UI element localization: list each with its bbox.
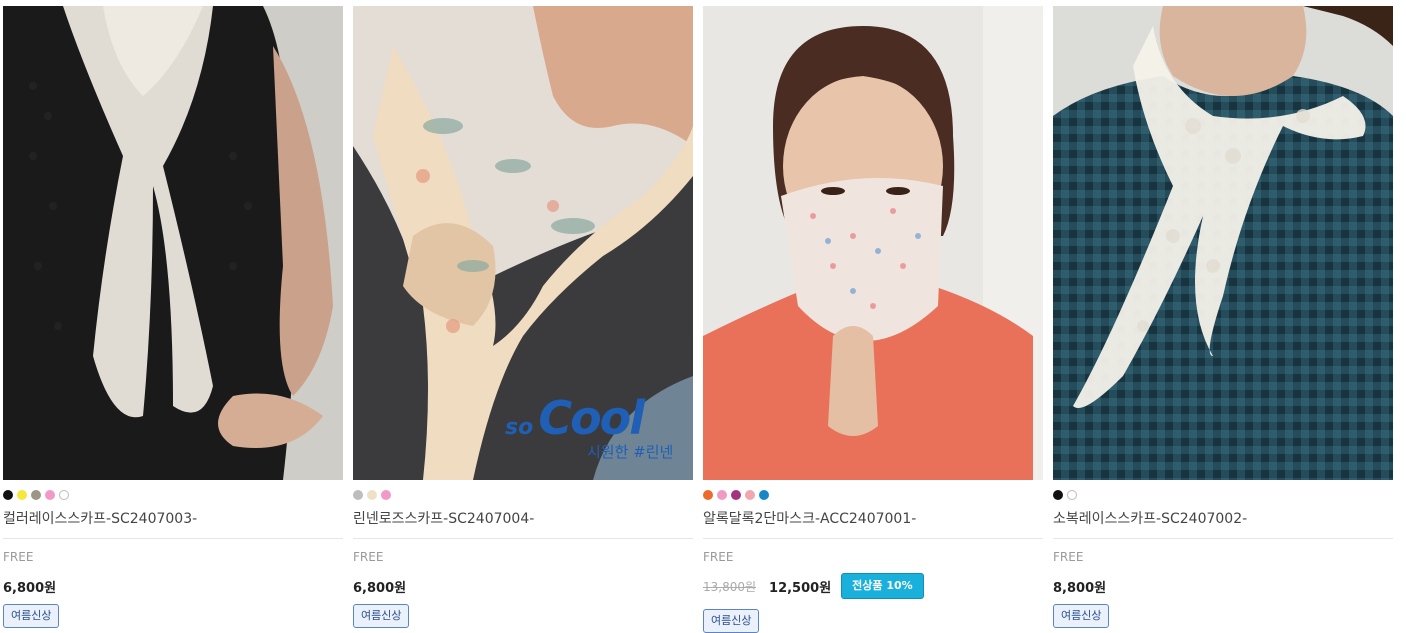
product-price: 6,800원 (3, 580, 57, 596)
divider (1053, 538, 1393, 539)
color-swatch[interactable] (703, 490, 713, 500)
color-swatch[interactable] (381, 490, 391, 500)
color-swatch[interactable] (31, 490, 41, 500)
tag-badge[interactable]: 여름신상 (1053, 604, 1110, 628)
color-swatches (1053, 490, 1393, 500)
price-row: 6,800원 (3, 576, 343, 596)
product-image[interactable]: so Cool 시원한 #린넨 (353, 6, 693, 480)
color-swatch[interactable] (367, 490, 377, 500)
product-size: FREE (703, 550, 734, 564)
price-row: 13,800원 12,500원 전상품 10% (703, 573, 1043, 599)
product-card[interactable]: 소복레이스스카프-SC2407002- FREE 8,800원 여름신상 (1053, 6, 1393, 628)
product-image[interactable] (703, 6, 1043, 480)
original-price: 13,800원 (703, 579, 757, 594)
divider (703, 538, 1043, 539)
overlay-caption: 시원한 #린넨 (587, 443, 674, 461)
product-size: FREE (3, 550, 34, 564)
color-swatch[interactable] (1067, 490, 1077, 500)
color-swatches (703, 490, 1043, 500)
divider (353, 538, 693, 539)
color-swatches (3, 490, 343, 500)
product-grid: 컬러레이스스카프-SC2407003- FREE 6,800원 여름신상 so … (0, 0, 1406, 633)
product-price: 8,800원 (1053, 580, 1107, 596)
color-swatch[interactable] (1053, 490, 1063, 500)
product-price: 6,800원 (353, 580, 407, 596)
product-name[interactable]: 소복레이스스카프-SC2407002- (1053, 508, 1393, 530)
color-swatch[interactable] (45, 490, 55, 500)
product-name[interactable]: 알록달록2단마스크-ACC2407001- (703, 508, 1043, 530)
product-card[interactable]: 컬러레이스스카프-SC2407003- FREE 6,800원 여름신상 (3, 6, 343, 628)
color-swatch[interactable] (17, 490, 27, 500)
product-name[interactable]: 컬러레이스스카프-SC2407003- (3, 508, 343, 530)
color-swatch[interactable] (745, 490, 755, 500)
price-row: 6,800원 (353, 576, 693, 596)
overlay-brand-small: so (505, 415, 534, 440)
product-image[interactable] (3, 6, 343, 480)
color-swatches (353, 490, 693, 500)
promo-overlay: so Cool 시원한 #린넨 (505, 391, 673, 462)
product-size: FREE (1053, 550, 1084, 564)
color-swatch[interactable] (759, 490, 769, 500)
tag-badge[interactable]: 여름신상 (3, 604, 60, 628)
color-swatch[interactable] (353, 490, 363, 500)
color-swatch[interactable] (59, 490, 69, 500)
color-swatch[interactable] (717, 490, 727, 500)
product-price: 12,500원 (769, 580, 832, 596)
tag-badge[interactable]: 여름신상 (353, 604, 410, 628)
color-swatch[interactable] (731, 490, 741, 500)
color-swatch[interactable] (3, 490, 13, 500)
discount-badge[interactable]: 전상품 10% (841, 573, 924, 599)
product-image[interactable] (1053, 6, 1393, 480)
divider (3, 538, 343, 539)
product-name[interactable]: 린넨로즈스카프-SC2407004- (353, 508, 693, 530)
price-row: 8,800원 (1053, 576, 1393, 596)
product-card[interactable]: so Cool 시원한 #린넨 린넨로즈스카프-SC2407004- FREE … (353, 6, 693, 628)
tag-badge[interactable]: 여름신상 (703, 609, 760, 633)
overlay-brand-big: Cool (538, 391, 645, 445)
product-card[interactable]: 알록달록2단마스크-ACC2407001- FREE 13,800원 12,50… (703, 6, 1043, 633)
product-size: FREE (353, 550, 384, 564)
